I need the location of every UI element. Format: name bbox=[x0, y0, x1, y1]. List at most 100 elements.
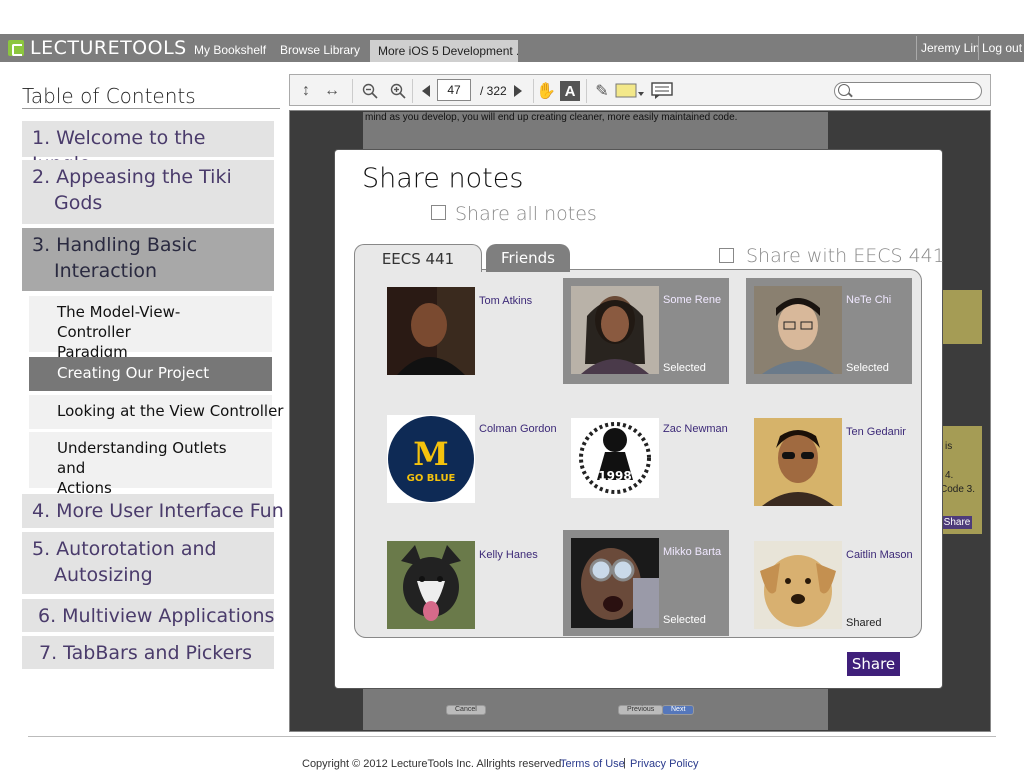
toc-title: Table of Contents bbox=[22, 84, 196, 108]
page-number-input[interactable]: 47 bbox=[437, 79, 471, 101]
note-share-button[interactable]: Share bbox=[942, 516, 972, 529]
zoom-out-icon[interactable] bbox=[360, 81, 380, 101]
fit-width-icon[interactable]: ↔ bbox=[320, 81, 344, 101]
user-name-link[interactable]: Jeremy Lin bbox=[921, 41, 980, 55]
friend-name: Ten Gedanir bbox=[846, 426, 906, 438]
friend-name: Kelly Hanes bbox=[479, 549, 538, 561]
note-highlight[interactable] bbox=[940, 290, 982, 344]
friend-name: NeTe Chi bbox=[846, 294, 892, 306]
toc-chapter-label: 6. Multiview Applications bbox=[38, 605, 275, 627]
michigan-logo-letter: M bbox=[413, 435, 448, 473]
nav-tab-current-book[interactable]: More iOS 5 Development ... bbox=[370, 40, 518, 62]
toc-chapter-4[interactable]: 4. More User Interface Fun bbox=[22, 494, 284, 528]
toc-section-label: Creating Our Project bbox=[57, 364, 210, 382]
nav-browse-library[interactable]: Browse Library bbox=[280, 43, 360, 57]
avatar bbox=[754, 286, 842, 374]
toc-section-view-controller[interactable]: Looking at the View Controller bbox=[29, 395, 283, 429]
logo-text: LECTURETOOLS bbox=[30, 37, 187, 59]
toolbar-divider bbox=[352, 79, 353, 103]
toc-chapter-5[interactable]: 5. Autorotation and Autosizing bbox=[22, 532, 274, 594]
doc-cancel-button: Cancel bbox=[446, 705, 486, 715]
highlight-color-picker-icon[interactable] bbox=[614, 81, 646, 101]
friend-name: Colman Gordon bbox=[479, 423, 557, 435]
lecturetools-logo[interactable]: LECTURETOOLS bbox=[8, 37, 187, 59]
toc-divider bbox=[22, 108, 280, 109]
logout-link[interactable]: Log out bbox=[982, 41, 1022, 55]
friend-card[interactable]: Ten Gedanir bbox=[746, 410, 912, 516]
friend-card[interactable]: Tom Atkins bbox=[379, 279, 545, 385]
nav-my-bookshelf[interactable]: My Bookshelf bbox=[194, 43, 266, 57]
avatar bbox=[387, 287, 475, 375]
toc-chapter-label: 7. TabBars and Pickers bbox=[39, 642, 253, 664]
document-text: mind as you develop, you will end up cre… bbox=[365, 112, 738, 123]
tab-friends[interactable]: Friends bbox=[486, 244, 570, 272]
note-text: Code 3. bbox=[940, 484, 976, 495]
tab-eecs-441[interactable]: EECS 441 bbox=[354, 244, 482, 272]
text-select-icon[interactable]: A bbox=[560, 81, 580, 101]
pencil-icon[interactable]: ✎ bbox=[592, 81, 612, 101]
share-all-notes-checkbox[interactable] bbox=[431, 205, 446, 220]
toc-section-outlets-actions[interactable]: Understanding Outlets and Actions bbox=[29, 432, 272, 497]
friend-name: Zac Newman bbox=[663, 423, 728, 435]
avatar: M GO BLUE bbox=[387, 415, 475, 503]
search-input[interactable] bbox=[834, 82, 982, 100]
share-with-class-label: Share with EECS 441 bbox=[746, 245, 945, 267]
toc-section-label: The Model-View-Controller bbox=[57, 303, 181, 341]
friend-name: Some Rene bbox=[663, 294, 722, 306]
pan-hand-icon[interactable]: ✋ bbox=[536, 81, 556, 101]
fit-height-icon[interactable]: ↕ bbox=[296, 81, 316, 101]
note-text: is bbox=[945, 441, 953, 452]
avatar bbox=[754, 418, 842, 506]
toc-chapter-label-cont: Gods bbox=[54, 192, 103, 214]
zoom-in-icon[interactable] bbox=[388, 81, 408, 101]
toc-section-creating-project[interactable]: Creating Our Project bbox=[29, 357, 272, 391]
toc-section-mvc[interactable]: The Model-View-Controller Paradigm bbox=[29, 296, 272, 361]
avatar bbox=[387, 541, 475, 629]
toc-chapter-label: 5. Autorotation and bbox=[32, 538, 217, 560]
doc-next-button: Next bbox=[662, 705, 695, 715]
friend-card[interactable]: Caitlin Mason Shared bbox=[746, 533, 913, 639]
share-button[interactable]: Share bbox=[847, 652, 900, 676]
toc-chapter-label-cont: Autosizing bbox=[54, 564, 153, 586]
friend-card-selected[interactable]: Some Rene Selected bbox=[563, 278, 729, 384]
search-icon bbox=[838, 84, 850, 96]
zac-logo-text: 1998 bbox=[598, 469, 631, 483]
privacy-policy-link[interactable]: Privacy Policy bbox=[630, 758, 698, 770]
toc-chapter-label: 2. Appeasing the Tiki bbox=[32, 166, 232, 188]
friend-status: Selected bbox=[846, 362, 889, 374]
friend-card[interactable]: Kelly Hanes bbox=[379, 533, 545, 639]
next-page-icon[interactable] bbox=[508, 81, 528, 101]
toc-chapter-1[interactable]: 1. Welcome to the Jungle bbox=[22, 121, 274, 175]
friend-card[interactable]: 1998 Zac Newman bbox=[563, 407, 729, 513]
note-text: 4. bbox=[945, 470, 954, 481]
dialog-title: Share notes bbox=[362, 163, 524, 194]
terms-of-use-link[interactable]: Terms of Use bbox=[560, 758, 625, 770]
toc-chapter-6[interactable]: 6. Multiview Applications bbox=[22, 599, 274, 632]
friend-name: Caitlin Mason bbox=[846, 549, 913, 561]
friend-card-selected[interactable]: NeTe Chi Selected bbox=[746, 278, 912, 384]
avatar: 1998 bbox=[571, 418, 659, 498]
toc-chapter-7[interactable]: 7. TabBars and Pickers bbox=[22, 636, 274, 669]
doc-previous-button: Previous bbox=[618, 705, 664, 715]
toc-chapter-2[interactable]: 2. Appeasing the Tiki Gods bbox=[22, 160, 274, 224]
toc-chapter-3[interactable]: 3. Handling Basic Interaction bbox=[22, 228, 274, 291]
share-all-notes-label: Share all notes bbox=[455, 203, 597, 225]
friend-name: Mikko Barta bbox=[663, 546, 722, 558]
share-with-class-checkbox[interactable] bbox=[719, 248, 734, 263]
avatar bbox=[754, 541, 842, 629]
friend-status: Selected bbox=[663, 614, 706, 626]
friend-status: Selected bbox=[663, 362, 706, 374]
nav-divider bbox=[916, 36, 917, 60]
michigan-logo-text: GO BLUE bbox=[407, 473, 456, 484]
nav-divider bbox=[978, 36, 979, 60]
friend-card-selected[interactable]: Mikko Barta Selected bbox=[563, 530, 729, 636]
toolbar-divider bbox=[412, 79, 413, 103]
footer-divider bbox=[28, 736, 996, 737]
previous-page-icon[interactable] bbox=[416, 81, 436, 101]
logo-mark-icon bbox=[8, 40, 24, 56]
toc-chapter-label: 4. More User Interface Fun bbox=[32, 500, 284, 522]
footer-separator: | bbox=[623, 757, 626, 769]
toc-chapter-label-cont: Interaction bbox=[54, 260, 158, 282]
friend-card[interactable]: M GO BLUE Colman Gordon bbox=[379, 407, 557, 513]
comment-icon[interactable] bbox=[650, 81, 674, 101]
